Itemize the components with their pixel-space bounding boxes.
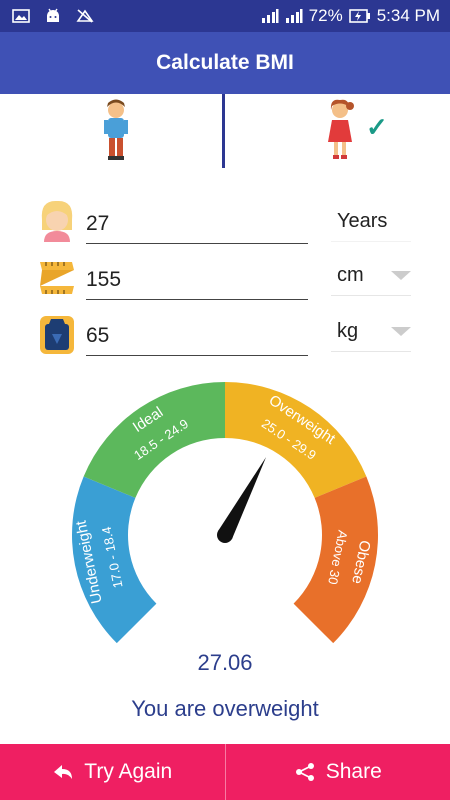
- app-bar: Calculate BMI: [0, 32, 450, 94]
- height-input[interactable]: [86, 260, 308, 300]
- age-unit-label: Years: [331, 202, 411, 242]
- gauge-needle-hub: [217, 527, 233, 543]
- weight-unit-select[interactable]: kg: [331, 312, 411, 352]
- weight-input[interactable]: [86, 316, 308, 356]
- bmi-gauge: Underweight17.0 - 18.4Ideal18.5 - 24.9 Ov…: [72, 382, 378, 644]
- battery-percent: 72%: [308, 6, 343, 25]
- image-notification-icon: [12, 9, 30, 23]
- share-icon: [295, 763, 314, 781]
- bmi-result-message: You are overweight: [131, 696, 319, 721]
- weight-scale-icon: [40, 316, 74, 354]
- bmi-value: 27.06: [197, 650, 253, 675]
- battery-charging-icon: [348, 9, 370, 23]
- hidden-notification-icon: [76, 9, 94, 23]
- height-row: cm: [0, 252, 450, 308]
- gender-divider: [222, 94, 225, 168]
- weight-row: kg: [0, 308, 450, 364]
- android-debug-icon: [47, 8, 59, 22]
- reply-arrow-icon: [54, 765, 73, 779]
- male-gender-option[interactable]: [96, 98, 136, 162]
- age-unit-text: Years: [337, 210, 388, 232]
- try-again-label: Try Again: [84, 760, 173, 783]
- clock: 5:34 PM: [376, 6, 440, 25]
- height-unit-text: cm: [337, 264, 364, 286]
- page-title: Calculate BMI: [156, 51, 294, 74]
- female-gender-option[interactable]: [320, 98, 360, 162]
- selected-check-icon: ✓: [366, 112, 388, 142]
- gauge-needle: [217, 457, 267, 539]
- signal-sim2-icon: [285, 9, 303, 23]
- share-button[interactable]: Share: [224, 744, 450, 800]
- chevron-down-icon: [391, 271, 411, 280]
- weight-unit-text: kg: [337, 320, 359, 342]
- height-unit-select[interactable]: cm: [331, 256, 411, 296]
- share-label: Share: [325, 760, 382, 783]
- signal-sim1-icon: [261, 9, 279, 23]
- status-bar: 72% 5:34 PM: [0, 0, 450, 32]
- age-input[interactable]: [86, 204, 308, 244]
- try-again-button[interactable]: Try Again: [0, 744, 225, 800]
- action-bar: Try Again Share: [0, 744, 450, 800]
- gender-selector: ✓: [0, 94, 450, 168]
- measuring-tape-icon: [40, 262, 74, 294]
- age-icon: [41, 200, 73, 242]
- age-row: Years: [0, 196, 450, 252]
- chevron-down-icon: [391, 327, 411, 336]
